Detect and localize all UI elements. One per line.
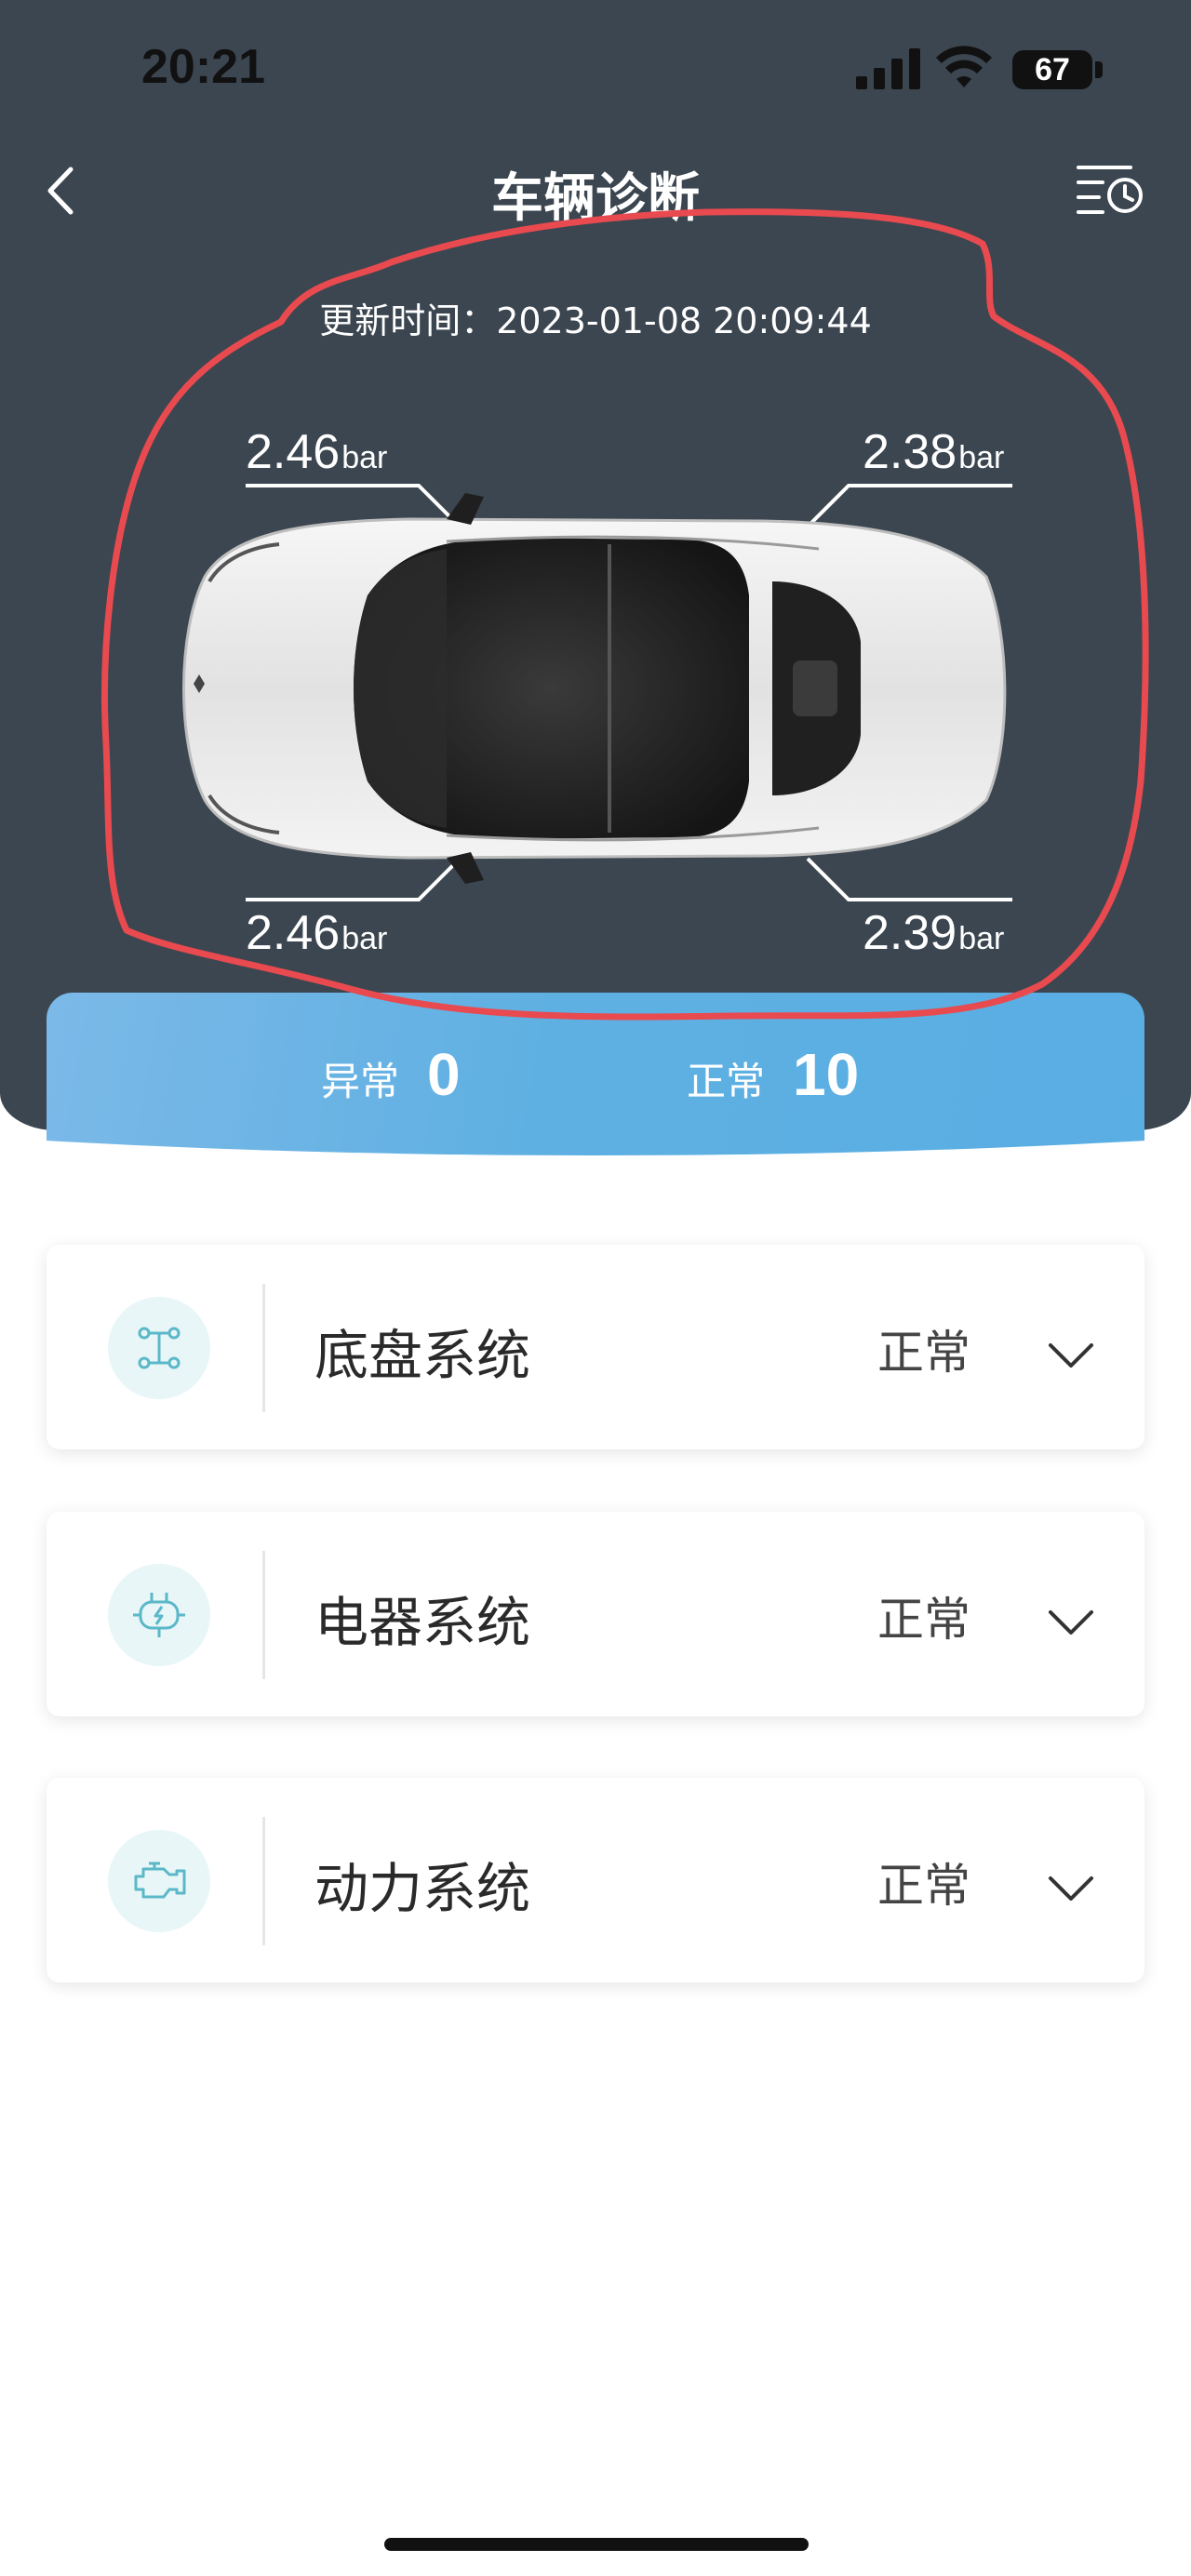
system-name: 电器系统 — [314, 1591, 531, 1654]
chassis-icon — [108, 1297, 210, 1399]
tire-pressure-unit: bar — [341, 921, 388, 956]
chevron-down-icon[interactable] — [1047, 1605, 1095, 1638]
system-name: 底盘系统 — [314, 1324, 531, 1387]
tire-pressure-value: 2.38 — [863, 425, 957, 479]
battery-indicator: 67 — [1012, 50, 1092, 89]
normal-label: 正常 — [687, 1059, 766, 1104]
card-divider — [262, 1284, 265, 1412]
wifi-icon — [936, 46, 992, 87]
status-bar: 20:21 67 — [0, 0, 1191, 140]
diagnosis-summary-banner — [47, 993, 1144, 1155]
system-status: 正常 — [877, 1859, 970, 1913]
system-status: 正常 — [877, 1326, 970, 1380]
tire-pressure-value: 2.46 — [246, 906, 341, 960]
tire-pressure-unit: bar — [958, 921, 1005, 956]
chevron-down-icon[interactable] — [1047, 1338, 1095, 1371]
tire-pressure-value: 2.39 — [863, 906, 957, 960]
update-time: 更新时间：2023-01-08 20:09:44 — [319, 300, 872, 341]
tire-rear-left: 2.46bar — [246, 905, 387, 961]
engine-icon — [108, 1830, 210, 1932]
chevron-down-icon[interactable] — [1047, 1871, 1095, 1904]
car-top-view-image — [182, 493, 1007, 884]
status-time: 20:21 — [141, 40, 265, 94]
page-title: 车辆诊断 — [491, 168, 700, 229]
abnormal-label: 异常 — [321, 1059, 400, 1104]
home-indicator[interactable] — [384, 2538, 809, 2551]
normal-number: 10 — [793, 1041, 860, 1108]
tire-pressure-unit: bar — [341, 440, 388, 475]
system-card-power[interactable]: 动力系统 正常 — [47, 1778, 1144, 1982]
system-status: 正常 — [877, 1593, 970, 1647]
system-name: 动力系统 — [314, 1857, 531, 1920]
tire-front-right: 2.38bar — [863, 424, 1004, 480]
tire-front-left: 2.46bar — [246, 424, 387, 480]
card-divider — [262, 1551, 265, 1679]
system-card-chassis[interactable]: 底盘系统 正常 — [47, 1245, 1144, 1449]
tire-pressure-value: 2.46 — [246, 425, 341, 479]
battery-tip — [1095, 61, 1103, 78]
tire-rear-right: 2.39bar — [863, 905, 1004, 961]
system-card-electrical[interactable]: 电器系统 正常 — [47, 1512, 1144, 1716]
cellular-signal-icon — [856, 48, 920, 89]
history-list-icon[interactable] — [1075, 160, 1145, 218]
abnormal-count: 异常 0 — [321, 1040, 461, 1109]
normal-count: 正常 10 — [687, 1040, 859, 1109]
card-divider — [262, 1817, 265, 1945]
electrical-plug-icon — [108, 1564, 210, 1666]
tire-pressure-unit: bar — [958, 440, 1005, 475]
abnormal-number: 0 — [427, 1041, 461, 1108]
